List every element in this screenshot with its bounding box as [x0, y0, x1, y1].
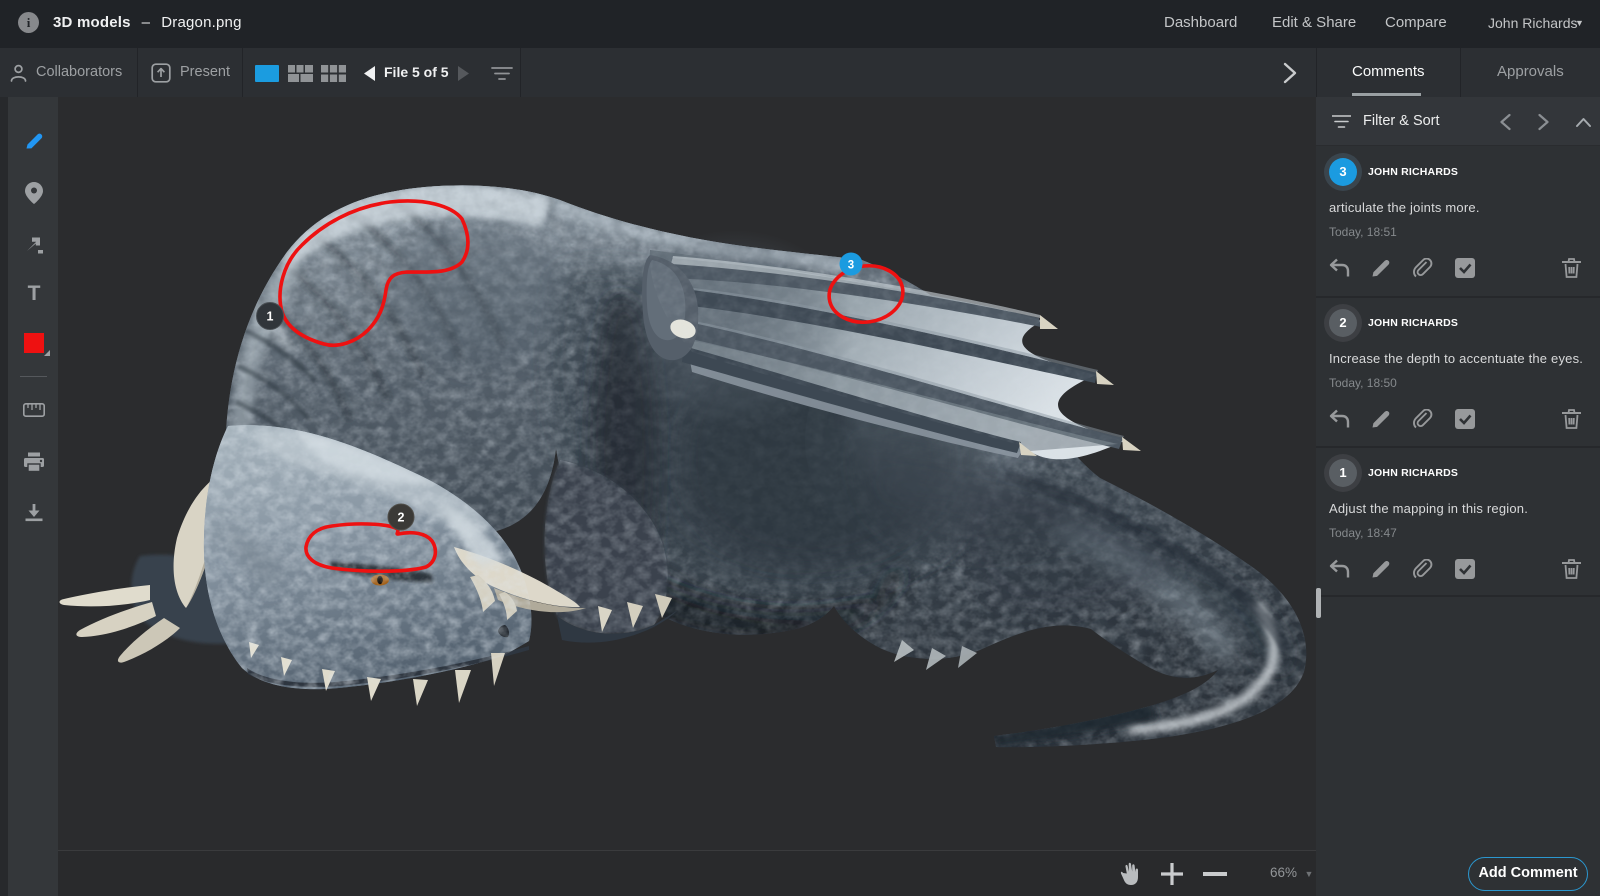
svg-text:3: 3 — [848, 260, 854, 272]
svg-text:2: 2 — [398, 511, 405, 525]
svg-text:1: 1 — [267, 310, 274, 324]
